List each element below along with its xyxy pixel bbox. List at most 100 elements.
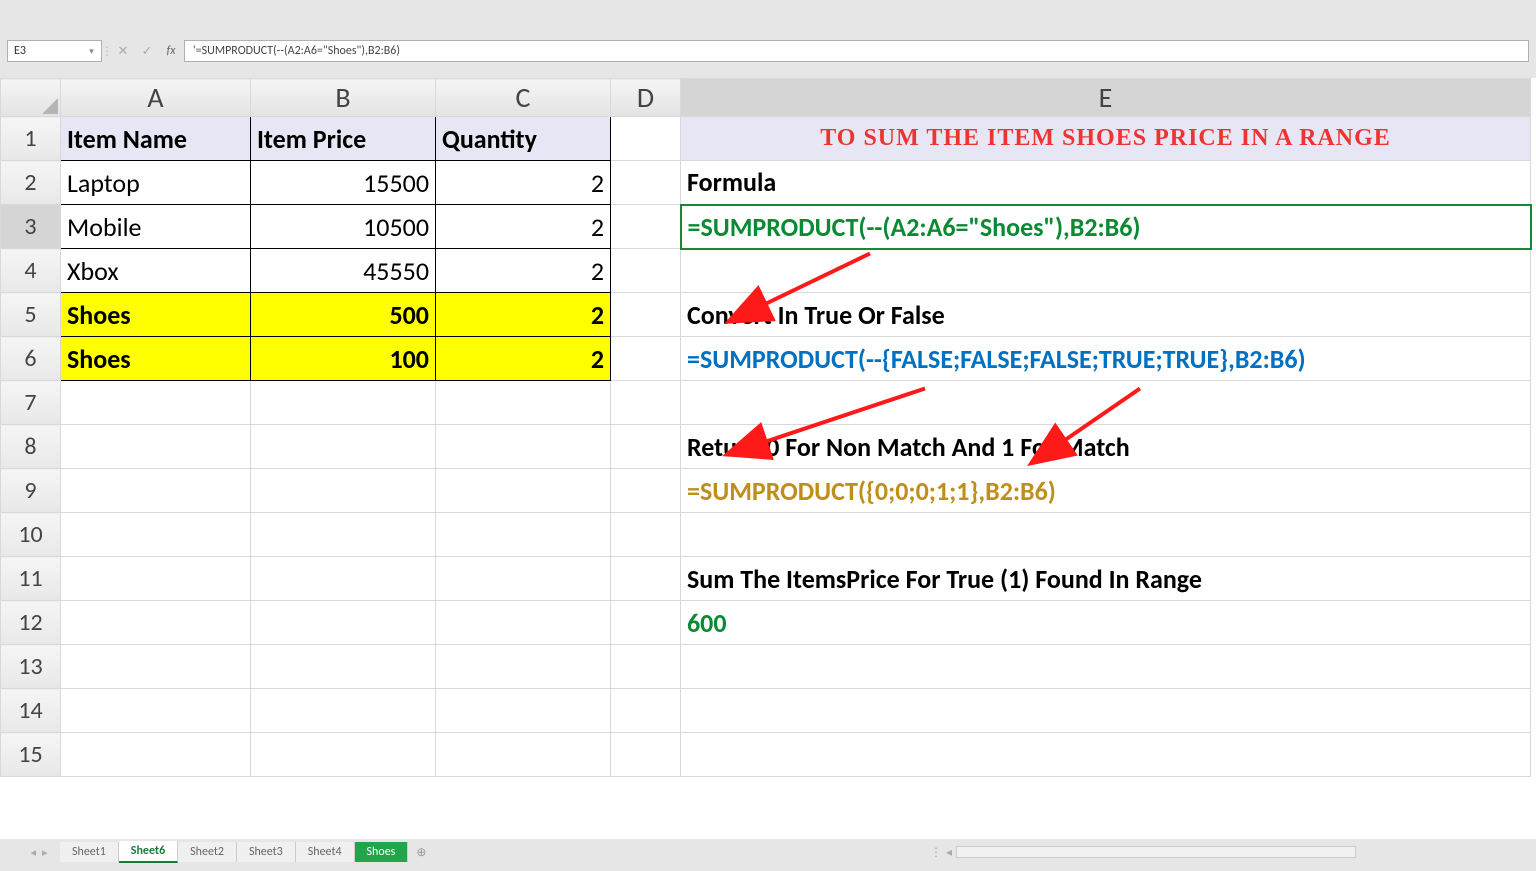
cell-e15[interactable] [681, 733, 1530, 776]
cell-b14[interactable] [251, 689, 435, 732]
cell-d4[interactable] [611, 249, 680, 292]
fx-icon[interactable]: fx [160, 44, 182, 58]
cell-e3[interactable]: =SUMPRODUCT(--(A2:A6="Shoes"),B2:B6) [682, 206, 1530, 248]
tab-sheet6[interactable]: Sheet6 [119, 841, 178, 863]
cell-d2[interactable] [611, 161, 680, 204]
tab-sheet1[interactable]: Sheet1 [60, 842, 119, 862]
select-all-button[interactable] [1, 79, 61, 117]
cell-c2[interactable]: 2 [436, 161, 610, 204]
cell-b13[interactable] [251, 645, 435, 688]
cell-b4[interactable]: 45550 [251, 249, 435, 292]
cancel-formula-button[interactable]: ✕ [112, 40, 134, 62]
row-header-12[interactable]: 12 [1, 601, 61, 645]
row-header-2[interactable]: 2 [1, 161, 61, 205]
cell-c13[interactable] [436, 645, 610, 688]
row-header-8[interactable]: 8 [1, 425, 61, 469]
cell-c14[interactable] [436, 689, 610, 732]
col-header-e[interactable]: E [681, 79, 1531, 117]
row-header-10[interactable]: 10 [1, 513, 61, 557]
cell-a9[interactable] [61, 469, 250, 512]
cell-a6[interactable]: Shoes [61, 337, 250, 380]
cell-d13[interactable] [611, 645, 680, 688]
cell-a3[interactable]: Mobile [61, 205, 250, 248]
tab-sheet3[interactable]: Sheet3 [237, 842, 296, 862]
cell-d12[interactable] [611, 601, 680, 644]
row-header-9[interactable]: 9 [1, 469, 61, 513]
tab-sheet4[interactable]: Sheet4 [296, 842, 355, 862]
cell-b8[interactable] [251, 425, 435, 468]
cell-e14[interactable] [681, 689, 1530, 732]
cell-c12[interactable] [436, 601, 610, 644]
cell-c3[interactable]: 2 [436, 205, 610, 248]
name-box[interactable]: E3 ▾ [7, 40, 102, 62]
formula-input[interactable]: '=SUMPRODUCT(--(A2:A6="Shoes"),B2:B6) [184, 40, 1529, 62]
cell-d11[interactable] [611, 557, 680, 600]
tab-shoes[interactable]: Shoes [355, 842, 409, 862]
col-header-b[interactable]: B [251, 79, 436, 117]
row-header-3[interactable]: 3 [1, 205, 61, 249]
cell-d3[interactable] [611, 205, 680, 248]
cell-e10[interactable] [681, 513, 1530, 556]
scroll-track[interactable] [956, 846, 1356, 858]
tab-nav[interactable]: ◂ ▸ [0, 846, 60, 859]
cell-c9[interactable] [436, 469, 610, 512]
cell-b7[interactable] [251, 381, 435, 424]
cell-a7[interactable] [61, 381, 250, 424]
row-header-7[interactable]: 7 [1, 381, 61, 425]
cell-e7[interactable] [681, 381, 1530, 424]
cell-e4[interactable] [681, 250, 1530, 293]
cell-e13[interactable] [681, 645, 1530, 688]
cell-b11[interactable] [251, 557, 435, 600]
cell-a13[interactable] [61, 645, 250, 688]
cell-d6[interactable] [611, 337, 680, 380]
confirm-formula-button[interactable]: ✓ [136, 40, 158, 62]
cell-d8[interactable] [611, 425, 680, 468]
cell-e5[interactable]: Convert In True Or False [681, 293, 1530, 336]
cell-d7[interactable] [611, 381, 680, 424]
cell-b1[interactable]: Item Price [251, 117, 435, 160]
row-header-1[interactable]: 1 [1, 117, 61, 161]
cell-a10[interactable] [61, 513, 250, 556]
cell-a1[interactable]: Item Name [61, 117, 250, 160]
cell-a4[interactable]: Xbox [61, 249, 250, 292]
cell-d9[interactable] [611, 469, 680, 512]
cell-b2[interactable]: 15500 [251, 161, 435, 204]
cell-c7[interactable] [436, 381, 610, 424]
cell-d15[interactable] [611, 733, 680, 776]
cell-e9[interactable]: =SUMPRODUCT({0;0;0;1;1},B2:B6) [681, 469, 1530, 512]
cell-a2[interactable]: Laptop [61, 161, 250, 204]
cell-a5[interactable]: Shoes [61, 293, 250, 336]
row-header-14[interactable]: 14 [1, 689, 61, 733]
col-header-c[interactable]: C [436, 79, 611, 117]
cell-a11[interactable] [61, 557, 250, 600]
cell-b6[interactable]: 100 [251, 337, 435, 380]
row-header-4[interactable]: 4 [1, 249, 61, 293]
cell-b10[interactable] [251, 513, 435, 556]
cell-d5[interactable] [611, 293, 680, 336]
tab-sheet2[interactable]: Sheet2 [178, 842, 237, 862]
cell-e12[interactable]: 600 [681, 601, 1530, 644]
row-header-6[interactable]: 6 [1, 337, 61, 381]
col-header-a[interactable]: A [61, 79, 251, 117]
cell-a12[interactable] [61, 601, 250, 644]
cell-b9[interactable] [251, 469, 435, 512]
cell-d1[interactable] [611, 117, 680, 160]
cell-c6[interactable]: 2 [436, 337, 610, 380]
cell-c15[interactable] [436, 733, 610, 776]
cell-e11[interactable]: Sum The ItemsPrice For True (1) Found In… [681, 557, 1530, 600]
row-header-11[interactable]: 11 [1, 557, 61, 601]
row-header-13[interactable]: 13 [1, 645, 61, 689]
cell-c1[interactable]: Quantity [436, 117, 610, 160]
cell-c5[interactable]: 2 [436, 293, 610, 336]
horizontal-scrollbar[interactable]: ⋮ ◂ [930, 845, 1356, 860]
cell-e2[interactable]: Formula [681, 161, 1530, 204]
name-box-dropdown-icon[interactable]: ▾ [84, 43, 99, 59]
cell-c11[interactable] [436, 557, 610, 600]
cell-c10[interactable] [436, 513, 610, 556]
cell-c8[interactable] [436, 425, 610, 468]
cell-b3[interactable]: 10500 [251, 205, 435, 248]
cell-b15[interactable] [251, 733, 435, 776]
cell-e8[interactable]: Return 0 For Non Match And 1 For Match [681, 425, 1530, 468]
cell-e6[interactable]: =SUMPRODUCT(--{FALSE;FALSE;FALSE;TRUE;TR… [681, 337, 1530, 380]
cell-d14[interactable] [611, 689, 680, 732]
